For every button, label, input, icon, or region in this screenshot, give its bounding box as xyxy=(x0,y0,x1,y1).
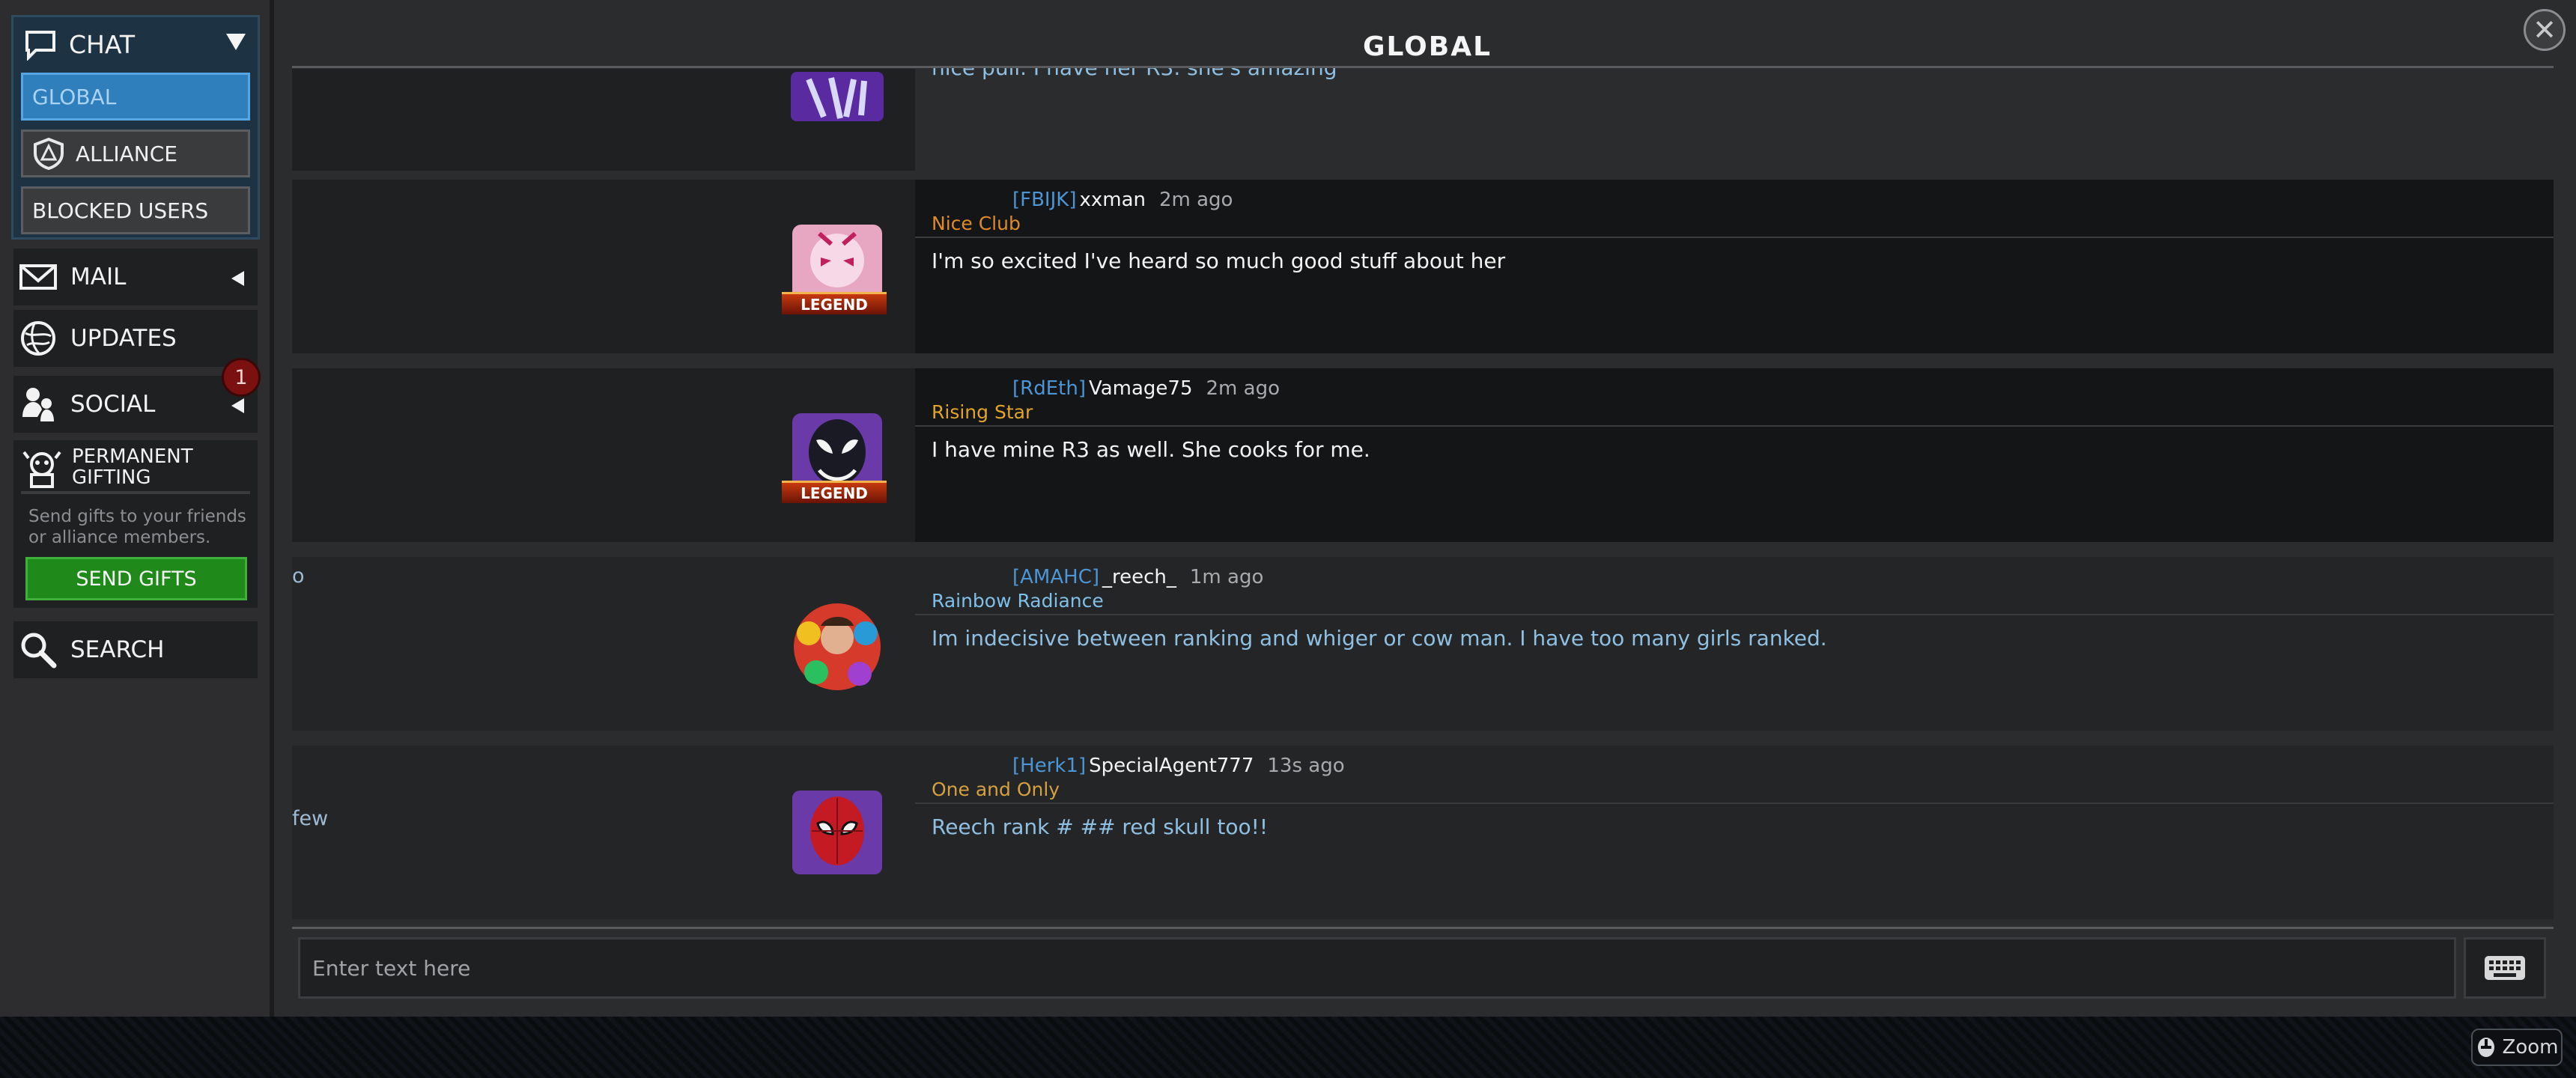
mail-nav-item[interactable]: MAIL xyxy=(13,249,258,305)
timestamp: 2m ago xyxy=(1206,377,1280,400)
message-input[interactable]: Enter text here xyxy=(298,937,2456,999)
blocked-users-button[interactable]: BLOCKED USERS xyxy=(21,186,250,234)
legend-badge: LEGEND xyxy=(782,292,887,314)
alliance-channel-button[interactable]: ALLIANCE xyxy=(21,130,250,177)
message-meta: [RdEth] Vamage75 2m ago xyxy=(1012,377,1280,400)
expand-arrow-icon[interactable] xyxy=(231,271,244,286)
message-text: I'm so excited I've heard so much good s… xyxy=(932,249,1506,273)
hero-rainbow-avatar[interactable] xyxy=(786,596,888,698)
alliance-tag[interactable]: [AMAHC] xyxy=(1012,566,1099,588)
truncated-text: few xyxy=(292,807,329,830)
alliance-tag[interactable]: [Herk1] xyxy=(1012,755,1086,777)
chat-panel: GLOBAL ✕ nice pull. I have her R3. she's… xyxy=(279,0,2576,1017)
timestamp: 13s ago xyxy=(1267,755,1345,777)
social-nav-item[interactable]: SOCIAL 1 xyxy=(13,358,261,433)
legend-badge: LEGEND xyxy=(782,481,887,503)
social-label: SOCIAL xyxy=(70,391,156,418)
timestamp: 2m ago xyxy=(1158,189,1233,211)
chat-message[interactable]: few [Herk1] SpecialAgent777 13s ago One an… xyxy=(292,746,2554,919)
gifting-title-line1: PERMANENT xyxy=(72,445,193,468)
chat-section: CHAT GLOBAL ALLIANCE BLOCKED USERS xyxy=(11,15,260,240)
divider xyxy=(21,491,250,494)
globe-icon xyxy=(21,321,55,356)
divider xyxy=(915,803,2554,804)
global-channel-label: GLOBAL xyxy=(32,84,117,109)
header-divider xyxy=(292,66,2554,68)
keyboard-button[interactable] xyxy=(2464,937,2546,999)
social-people-icon xyxy=(22,388,54,421)
username[interactable]: SpecialAgent777 xyxy=(1089,755,1254,777)
username[interactable]: xxman xyxy=(1079,189,1146,211)
search-label: SEARCH xyxy=(70,636,165,663)
user-title: Nice Club xyxy=(932,213,1021,234)
message-text: I have mine R3 as well. She cooks for me… xyxy=(932,437,1370,462)
user-title: Rising Star xyxy=(932,401,1033,423)
search-icon xyxy=(21,633,57,669)
purple-champion-avatar xyxy=(791,72,884,121)
chat-label: CHAT xyxy=(69,29,136,59)
updates-label: UPDATES xyxy=(70,325,177,352)
bottom-bar: Zoom xyxy=(0,1017,2576,1078)
global-channel-button[interactable]: GLOBAL xyxy=(21,73,250,121)
alliance-shield-icon xyxy=(34,137,64,170)
alliance-channel-label: ALLIANCE xyxy=(76,141,177,166)
zoom-button[interactable]: Zoom xyxy=(2471,1029,2563,1066)
alliance-tag[interactable]: [FBIJK] xyxy=(1012,189,1076,211)
search-nav-item[interactable]: SEARCH xyxy=(13,621,258,678)
keyboard-icon xyxy=(2485,956,2525,980)
message-meta: [FBIJK] xxman 2m ago xyxy=(1012,189,1233,211)
gifting-description: Send gifts to your friends or alliance m… xyxy=(28,507,246,547)
alliance-tag[interactable]: [RdEth] xyxy=(1012,377,1086,400)
chat-header[interactable]: CHAT xyxy=(13,17,258,71)
notification-badge: 1 xyxy=(222,358,261,397)
divider xyxy=(915,237,2554,238)
mail-label: MAIL xyxy=(70,264,127,290)
username[interactable]: Vamage75 xyxy=(1089,377,1193,400)
chevron-down-icon[interactable] xyxy=(226,34,246,50)
divider xyxy=(915,425,2554,427)
message-input-placeholder: Enter text here xyxy=(312,955,471,981)
chat-message[interactable]: o [AMAHC] _reech_ 1m ago Rainbow Radiance … xyxy=(292,557,2554,731)
message-text: Reech rank # ## red skull too!! xyxy=(932,814,1269,839)
gifting-character-icon xyxy=(22,451,61,488)
blocked-users-label: BLOCKED USERS xyxy=(32,198,209,223)
message-meta: [Herk1] SpecialAgent777 13s ago xyxy=(1012,755,1345,777)
envelope-icon xyxy=(19,264,57,290)
updates-nav-item[interactable]: UPDATES xyxy=(13,310,258,367)
gifting-title: PERMANENT GIFTING xyxy=(72,446,193,488)
chat-bubble-icon xyxy=(25,31,55,61)
message-text: Im indecisive between ranking and whiger… xyxy=(932,626,1827,651)
zoom-icon xyxy=(2477,1038,2494,1057)
timestamp: 1m ago xyxy=(1189,566,1264,588)
gifting-title-line2: GIFTING xyxy=(72,466,151,489)
input-divider xyxy=(292,927,2554,929)
message-right-column xyxy=(915,69,2554,171)
user-title: Rainbow Radiance xyxy=(932,590,1104,612)
username[interactable]: _reech_ xyxy=(1102,566,1176,588)
permanent-gifting-panel: PERMANENT GIFTING Send gifts to your fri… xyxy=(13,440,258,608)
spiderman-avatar[interactable] xyxy=(786,785,888,886)
user-title: One and Only xyxy=(932,779,1060,800)
expand-arrow-icon[interactable] xyxy=(231,398,244,413)
zoom-label: Zoom xyxy=(2502,1036,2559,1059)
message-meta: [AMAHC] _reech_ 1m ago xyxy=(1012,566,1263,588)
truncated-text: o xyxy=(292,564,305,588)
chat-message[interactable]: LEGEND [RdEth] Vamage75 2m ago Rising Star… xyxy=(292,368,2554,542)
chat-message[interactable]: LEGEND [FBIJK] xxman 2m ago Nice Club I'm … xyxy=(292,180,2554,353)
chat-message-partial: nice pull. I have her R3. she's amazing xyxy=(292,0,2554,171)
divider xyxy=(915,614,2554,615)
sidebar: CHAT GLOBAL ALLIANCE BLOCKED USERS MAIL xyxy=(0,0,274,1017)
send-gifts-button[interactable]: SEND GIFTS xyxy=(25,557,247,600)
